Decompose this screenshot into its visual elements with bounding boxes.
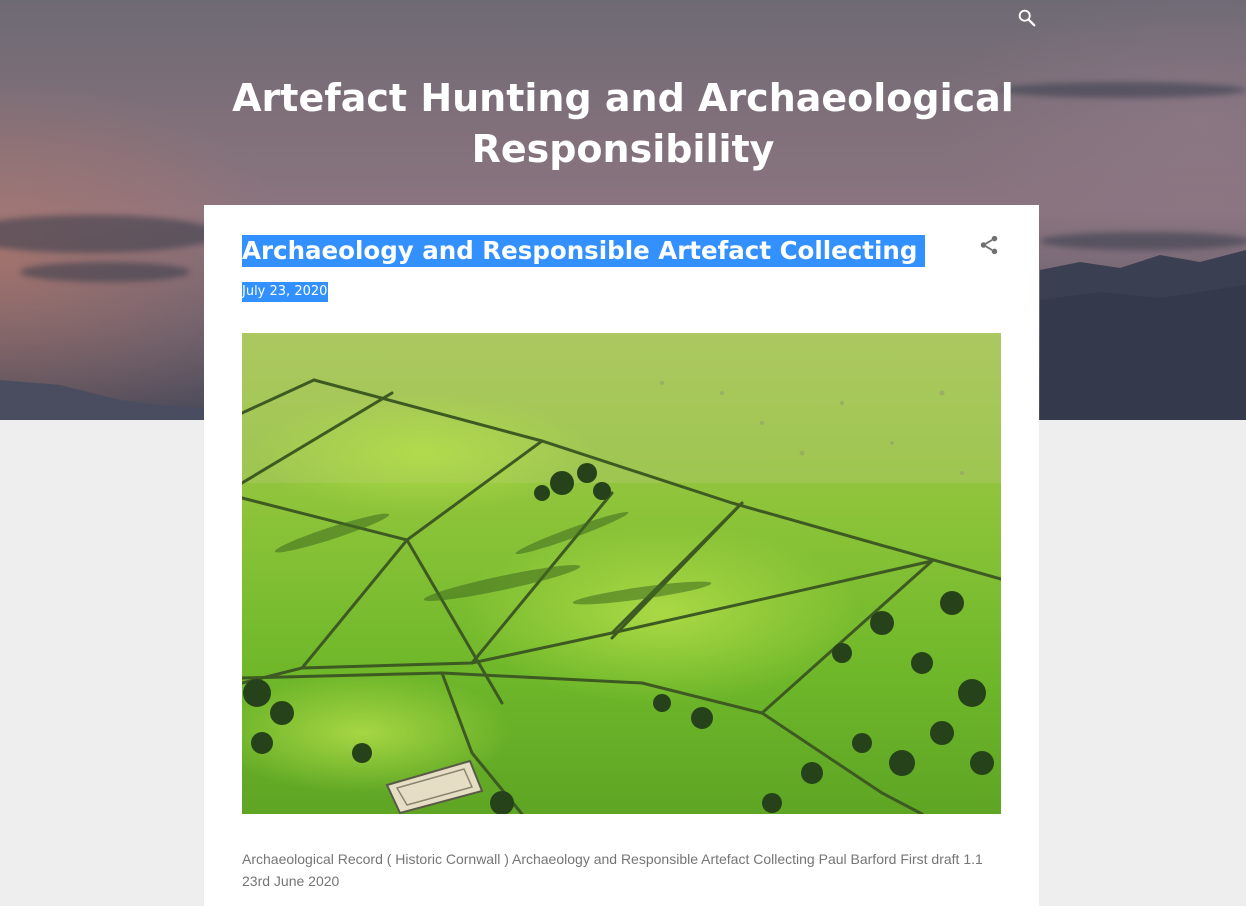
post-title[interactable]: Archaeology and Responsible Artefact Col… bbox=[242, 235, 926, 267]
share-icon[interactable] bbox=[978, 234, 1000, 256]
post-caption: Archaeological Record ( Historic Cornwal… bbox=[242, 851, 983, 889]
search-icon[interactable] bbox=[1016, 7, 1038, 29]
aerial-fields-illustration bbox=[242, 333, 1001, 814]
post-card: Archaeology and Responsible Artefact Col… bbox=[204, 205, 1039, 906]
post-image-aerial-fields[interactable] bbox=[242, 333, 1001, 814]
post-date[interactable]: July 23, 2020 bbox=[242, 282, 329, 302]
blog-title[interactable]: Artefact Hunting and Archaeological Resp… bbox=[223, 73, 1023, 175]
